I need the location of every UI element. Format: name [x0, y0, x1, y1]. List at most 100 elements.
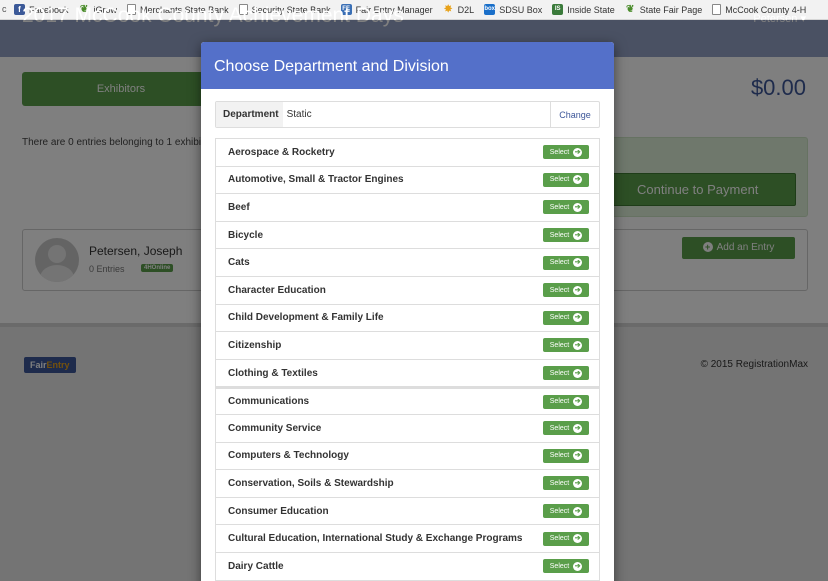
- leaf-icon: ❦: [626, 4, 635, 15]
- arrow-right-icon: ➔: [573, 561, 583, 571]
- select-division-button[interactable]: Select ➔: [543, 394, 589, 409]
- division-name: Citizenship: [228, 339, 282, 351]
- select-division-button[interactable]: Select ➔: [543, 531, 589, 546]
- arrow-right-icon: ➔: [573, 147, 583, 157]
- division-name: Child Development & Family Life: [228, 312, 384, 324]
- arrow-right-icon: ➔: [573, 506, 583, 516]
- division-name: Aerospace & Rocketry: [228, 146, 335, 158]
- select-division-button[interactable]: Select ➔: [543, 476, 589, 491]
- division-name: Consumer Education: [228, 505, 329, 517]
- select-label: Select: [549, 369, 570, 377]
- division-row: Character Education Select ➔: [215, 276, 600, 305]
- box-icon: box: [484, 4, 496, 15]
- arrow-right-icon: ➔: [573, 258, 583, 268]
- arrow-right-icon: ➔: [573, 423, 583, 433]
- arrow-right-icon: ➔: [573, 340, 583, 350]
- division-row: Computers & Technology Select ➔: [215, 442, 600, 471]
- division-row: Conservation, Soils & Stewardship Select ➔: [215, 470, 600, 498]
- select-division-button[interactable]: Select ➔: [543, 421, 589, 436]
- bookmark-label: Inside State: [567, 4, 615, 15]
- division-name: Cats: [228, 257, 250, 269]
- bookmark-item[interactable]: box SDSU Box: [484, 4, 542, 15]
- division-row: Dairy Cattle Select ➔: [215, 552, 600, 581]
- select-label: Select: [549, 176, 570, 184]
- bookmark-item[interactable]: ✸ D2L: [443, 4, 475, 15]
- division-row: Community Service Select ➔: [215, 414, 600, 443]
- division-name: Cultural Education, International Study …: [228, 533, 523, 545]
- department-label: Department: [216, 102, 283, 127]
- division-row: Beef Select ➔: [215, 194, 600, 222]
- select-label: Select: [549, 424, 570, 432]
- modal-title: Choose Department and Division: [201, 42, 614, 89]
- department-value: Static: [286, 109, 312, 120]
- choose-department-modal: Choose Department and Division Departmen…: [201, 42, 614, 581]
- arrow-right-icon: ➔: [573, 397, 583, 407]
- division-row: Consumer Education Select ➔: [215, 497, 600, 526]
- division-name: Automotive, Small & Tractor Engines: [228, 174, 404, 186]
- select-division-button[interactable]: Select ➔: [543, 228, 589, 243]
- division-row: Citizenship Select ➔: [215, 332, 600, 360]
- select-division-button[interactable]: Select ➔: [543, 559, 589, 574]
- select-label: Select: [549, 341, 570, 349]
- select-label: Select: [549, 286, 570, 294]
- division-row: Clothing & Textiles Select ➔: [215, 359, 600, 388]
- bookmark-label: D2L: [457, 4, 475, 15]
- bookmark-label: SDSU Box: [499, 4, 543, 15]
- select-division-button[interactable]: Select ➔: [543, 200, 589, 215]
- change-department-button[interactable]: Change: [550, 102, 599, 127]
- division-row: Aerospace & Rocketry Select ➔: [215, 139, 600, 167]
- division-name: Community Service: [228, 422, 322, 434]
- division-name: Beef: [228, 201, 250, 213]
- select-division-button[interactable]: Select ➔: [543, 366, 589, 381]
- select-label: Select: [549, 452, 570, 460]
- division-row: Cats Select ➔: [215, 249, 600, 277]
- division-row: Communications Select ➔: [215, 387, 600, 415]
- division-name: Computers & Technology: [228, 450, 349, 462]
- arrow-right-icon: ➔: [573, 534, 583, 544]
- select-label: Select: [549, 231, 570, 239]
- bookmark-label: State Fair Page: [639, 4, 703, 15]
- division-name: Clothing & Textiles: [228, 367, 318, 379]
- division-name: Character Education: [228, 284, 326, 296]
- bookmark-item[interactable]: ❦ State Fair Page: [625, 4, 703, 15]
- select-label: Select: [549, 148, 570, 156]
- arrow-right-icon: ➔: [573, 313, 583, 323]
- select-division-button[interactable]: Select ➔: [543, 145, 589, 160]
- arrow-right-icon: ➔: [573, 451, 583, 461]
- select-division-button[interactable]: Select ➔: [543, 504, 589, 519]
- arrow-right-icon: ➔: [573, 202, 583, 212]
- division-name: Dairy Cattle: [228, 560, 284, 572]
- select-division-button[interactable]: Select ➔: [543, 310, 589, 325]
- select-label: Select: [549, 562, 570, 570]
- arrow-right-icon: ➔: [573, 478, 583, 488]
- d2l-icon: ✸: [443, 4, 453, 15]
- select-label: Select: [549, 507, 570, 515]
- division-row: Bicycle Select ➔: [215, 221, 600, 250]
- select-label: Select: [549, 398, 570, 406]
- select-label: Select: [549, 259, 570, 267]
- arrow-right-icon: ➔: [573, 230, 583, 240]
- page-icon: [712, 4, 722, 15]
- select-label: Select: [549, 314, 570, 322]
- department-bar: Department Static Change: [215, 101, 600, 128]
- bookmarks-overflow-icon[interactable]: c: [2, 4, 8, 15]
- division-name: Communications: [228, 396, 310, 408]
- select-division-button[interactable]: Select ➔: [543, 255, 589, 270]
- inside-state-icon: IS: [552, 4, 564, 15]
- division-name: Bicycle: [228, 229, 264, 241]
- division-list: Aerospace & Rocketry Select ➔ Automotive, S…: [215, 138, 600, 581]
- select-division-button[interactable]: Select ➔: [543, 338, 589, 353]
- division-row: Child Development & Family Life Select ➔: [215, 304, 600, 333]
- arrow-right-icon: ➔: [573, 285, 583, 295]
- select-division-button[interactable]: Select ➔: [543, 283, 589, 298]
- bookmark-item[interactable]: IS Inside State: [552, 4, 615, 15]
- select-division-button[interactable]: Select ➔: [543, 448, 589, 463]
- division-row: Cultural Education, International Study …: [215, 525, 600, 553]
- select-label: Select: [549, 535, 570, 543]
- select-label: Select: [549, 479, 570, 487]
- division-name: Conservation, Soils & Stewardship: [228, 477, 394, 489]
- select-label: Select: [549, 203, 570, 211]
- arrow-right-icon: ➔: [573, 175, 583, 185]
- select-division-button[interactable]: Select ➔: [543, 172, 589, 187]
- arrow-right-icon: ➔: [573, 368, 583, 378]
